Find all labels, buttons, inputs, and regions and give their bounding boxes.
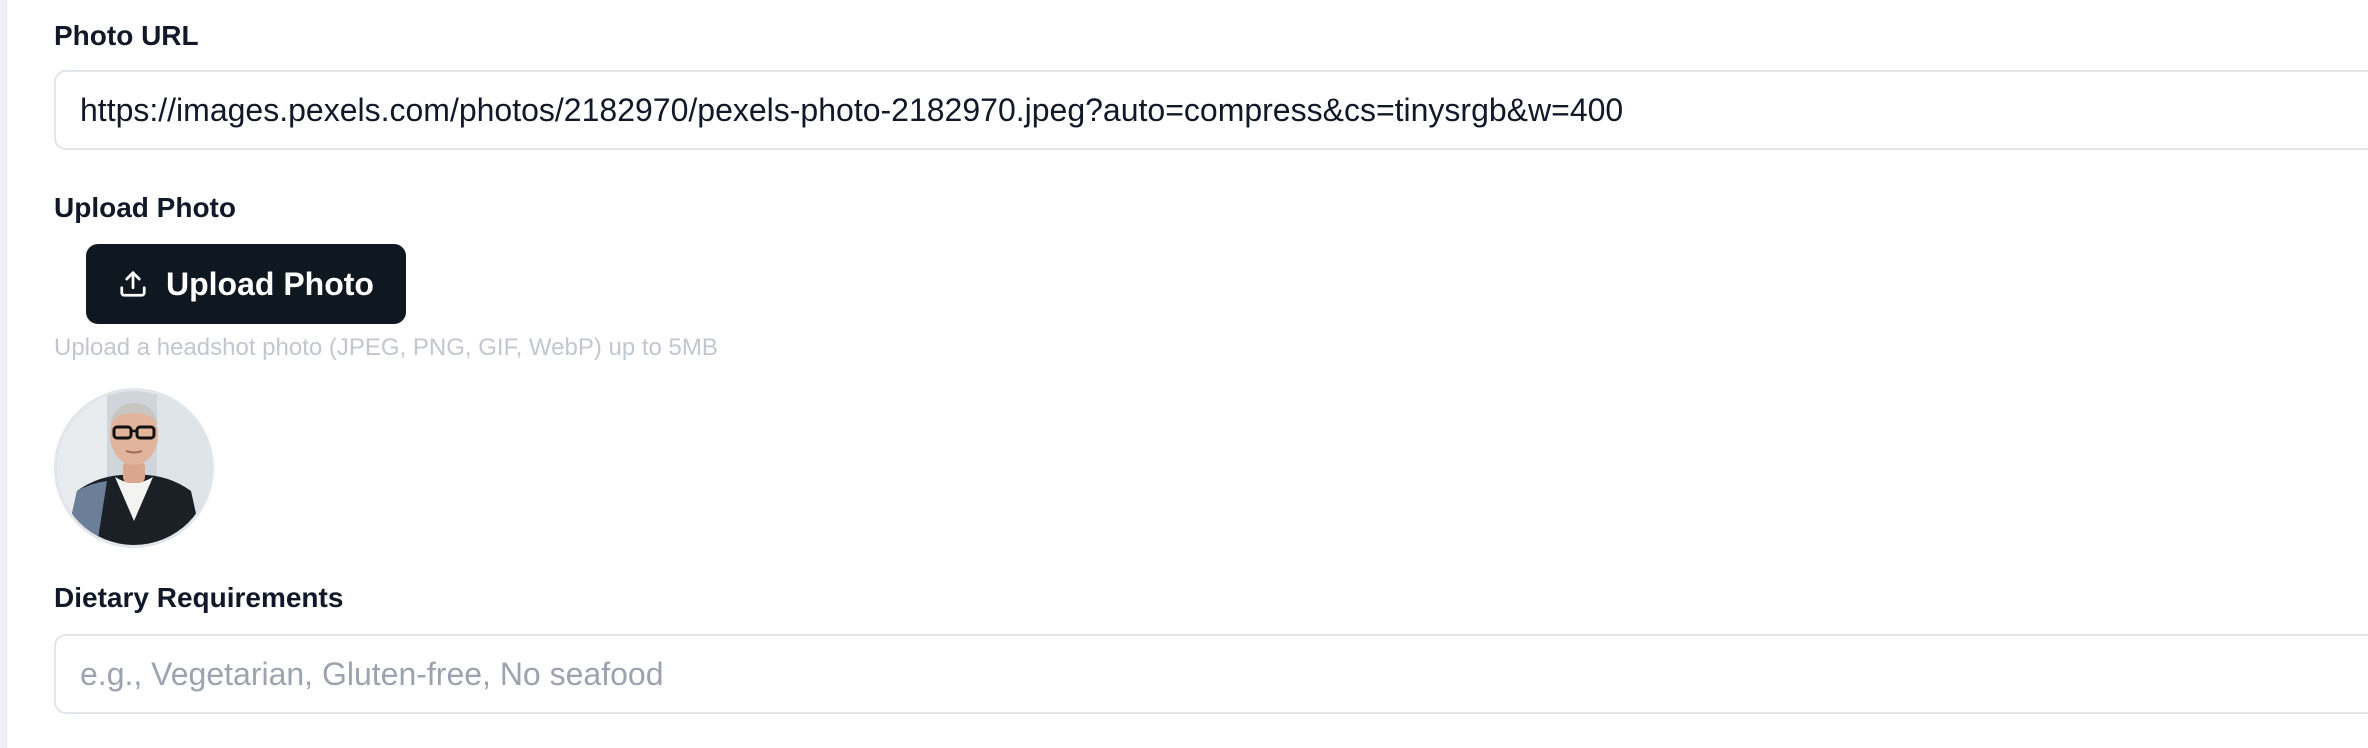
upload-photo-button[interactable]: Upload Photo bbox=[86, 244, 406, 324]
dietary-requirements-label: Dietary Requirements bbox=[54, 582, 344, 613]
panel-left-border bbox=[0, 0, 7, 748]
photo-url-label: Photo URL bbox=[54, 20, 199, 51]
form-section: Photo URL Upload Photo Upload Photo Uplo… bbox=[0, 0, 2368, 748]
upload-photo-button-label: Upload Photo bbox=[166, 265, 374, 302]
photo-url-input[interactable] bbox=[54, 70, 2368, 150]
dietary-requirements-input[interactable] bbox=[54, 634, 2368, 714]
upload-icon bbox=[118, 269, 148, 299]
headshot-preview-avatar bbox=[54, 388, 214, 548]
upload-hint: Upload a headshot photo (JPEG, PNG, GIF,… bbox=[54, 334, 718, 361]
upload-photo-label: Upload Photo bbox=[54, 192, 236, 223]
headshot-photo bbox=[57, 391, 211, 545]
